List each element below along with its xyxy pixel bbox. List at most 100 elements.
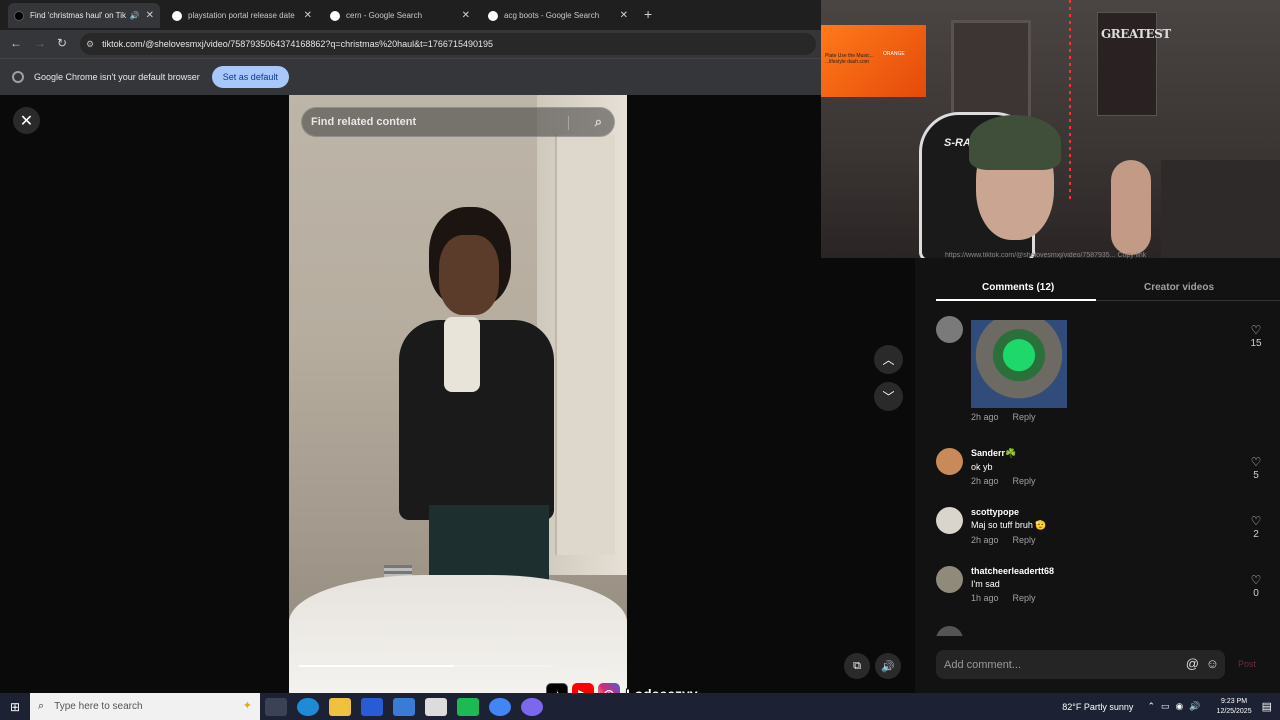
reply-button[interactable]: Reply [1013,593,1036,603]
comment-author[interactable]: scottypope [971,507,1050,517]
video-progress-bar[interactable] [299,665,551,667]
search-icon[interactable]: ⌕ [595,114,602,130]
post-button[interactable]: Post [1238,659,1256,669]
webcam-bed [1161,160,1280,258]
reply-button[interactable]: Reply [1013,412,1036,422]
video-frame-phone [444,317,480,392]
like-button[interactable]: ♡ 15 [1246,323,1266,349]
tiktok-icon [14,10,24,21]
chrome-icon [12,71,24,83]
app-icon[interactable] [457,697,479,716]
avatar[interactable] [936,566,963,593]
emoji-icon[interactable]: ☺ [1206,656,1219,671]
avatar[interactable] [936,507,963,534]
store-icon[interactable] [361,697,383,716]
clock-time: 9:23 PM [1221,697,1248,705]
copy-link-row[interactable]: https://www.tiktok.com/@shelovesmxj/vide… [945,252,1245,262]
url-field[interactable]: ⚙ tiktok.com/@shelovesmxj/video/75879350… [80,33,816,55]
copilot-sparkle-icon: ✦ [242,700,252,712]
tab-title: Find 'christmas haul' on Tik [30,11,126,20]
comment-meta: 2h ago Reply [971,476,1050,486]
tv-text: Plate Use the Music... ...lifestyle dash… [825,53,874,65]
url-text: tiktok.com/@shelovesmxj/video/7587935064… [102,39,493,49]
tab-cern[interactable]: cern - Google Search ✕ [324,3,476,28]
google-icon [172,10,182,21]
chevron-down-icon: ﹀ [882,390,895,404]
tab-acg-boots[interactable]: acg boots - Google Search ✕ [482,3,634,28]
like-button[interactable]: ♡ 2 [1246,514,1266,540]
tab-tiktok[interactable]: Find 'christmas haul' on Tik 🔊 ✕ [8,3,160,28]
taskbar-search-placeholder: Type here to search [54,701,143,712]
speaker-icon[interactable]: 🔊 [130,11,140,20]
back-icon[interactable]: ← [10,36,22,50]
weather-widget[interactable]: 82°F Partly sunny [1062,702,1133,712]
default-browser-infobar: Google Chrome isn't your default browser… [0,58,821,95]
close-video-button[interactable]: ✕ [13,107,40,134]
set-as-default-button[interactable]: Set as default [211,66,289,88]
close-tab-icon[interactable]: ✕ [462,10,470,21]
video-player[interactable]: Find related content ⌕ 01:46/02:54 [289,95,627,693]
notepad-icon[interactable] [425,697,447,716]
comment-item-partial [936,626,1266,636]
new-tab-icon[interactable]: + [644,6,652,22]
taskbar-search[interactable]: ⌕ Type here to search ✦ [30,693,260,720]
heart-icon: ♡ [1250,573,1262,587]
tab-playstation[interactable]: playstation portal release date ✕ [166,3,318,28]
like-button[interactable]: ♡ 5 [1246,455,1266,481]
webcam-streamer-hand [1111,160,1151,255]
miniplayer-icon: ⧉ [853,659,861,672]
comment-author[interactable]: thatcheerleadertt68 [971,566,1054,576]
comment-author[interactable]: Sanderr☘️ [971,448,1050,459]
avatar[interactable] [936,316,963,343]
like-count: 2 [1253,529,1259,540]
discord-icon[interactable] [521,697,543,716]
video-viewer: ✕ Find related content ⌕ 01:46/02:54 ︿ ﹀… [0,95,915,693]
notification-icon[interactable]: ▤ [1262,700,1272,713]
tray-icons[interactable]: ⌃▭◉🔊 [1147,701,1206,712]
video-frame-door [555,135,615,555]
windows-start-icon[interactable]: ⊞ [0,693,30,720]
file-explorer-icon[interactable] [329,697,351,716]
reply-button[interactable]: Reply [1013,535,1036,545]
video-time: 01:46/02:54 [564,661,607,670]
volume-button[interactable]: 🔊 [875,653,901,679]
heart-icon: ♡ [1250,455,1262,469]
webcam-tv-screen: Plate Use the Music... ...lifestyle dash… [821,25,926,97]
forward-icon[interactable]: → [34,36,46,50]
comment-text: ok yb [971,462,993,472]
reply-button[interactable]: Reply [1013,476,1036,486]
clock[interactable]: 9:23 PM 12/25/2025 [1217,697,1252,717]
screen: Find 'christmas haul' on Tik 🔊 ✕ playsta… [0,0,1280,720]
next-video-button[interactable]: ﹀ [874,382,903,411]
add-comment-placeholder: Add comment... [944,658,1022,671]
close-tab-icon[interactable]: ✕ [304,10,312,21]
outlook-icon[interactable] [393,697,415,716]
task-view-icon[interactable] [265,697,287,716]
like-button[interactable]: ♡ 0 [1246,573,1266,599]
heart-icon: ♡ [1250,514,1262,528]
address-bar-row: ← → ↻ ⚙ tiktok.com/@shelovesmxj/video/75… [0,30,821,58]
google-icon [488,10,498,21]
webcam-led-strip [1069,0,1071,200]
close-tab-icon[interactable]: ✕ [146,10,154,21]
tab-creator-videos[interactable]: Creator videos [1144,282,1214,293]
previous-video-button[interactable]: ︿ [874,345,903,374]
find-related-search[interactable]: Find related content ⌕ [301,107,615,137]
volume-icon: 🔊 [881,660,895,673]
google-icon [330,10,340,21]
edge-icon[interactable] [297,697,319,716]
reload-icon[interactable]: ↻ [57,36,67,50]
avatar[interactable] [936,626,963,636]
close-tab-icon[interactable]: ✕ [620,10,628,21]
comment-meta: 2h ago Reply [971,535,1050,545]
tab-comments[interactable]: Comments (12) [982,282,1054,293]
add-comment-input[interactable]: Add comment... @ ☺ [936,650,1225,679]
mention-icon[interactable]: @ [1186,656,1199,671]
chrome-icon[interactable] [489,697,511,716]
like-count: 0 [1253,588,1259,599]
webcam-overlay: Plate Use the Music... ...lifestyle dash… [821,0,1280,258]
floating-player-button[interactable]: ⧉ [844,653,870,679]
clock-date: 12/25/2025 [1216,707,1252,715]
avatar[interactable] [936,448,963,475]
site-info-icon[interactable]: ⚙ [86,39,94,50]
